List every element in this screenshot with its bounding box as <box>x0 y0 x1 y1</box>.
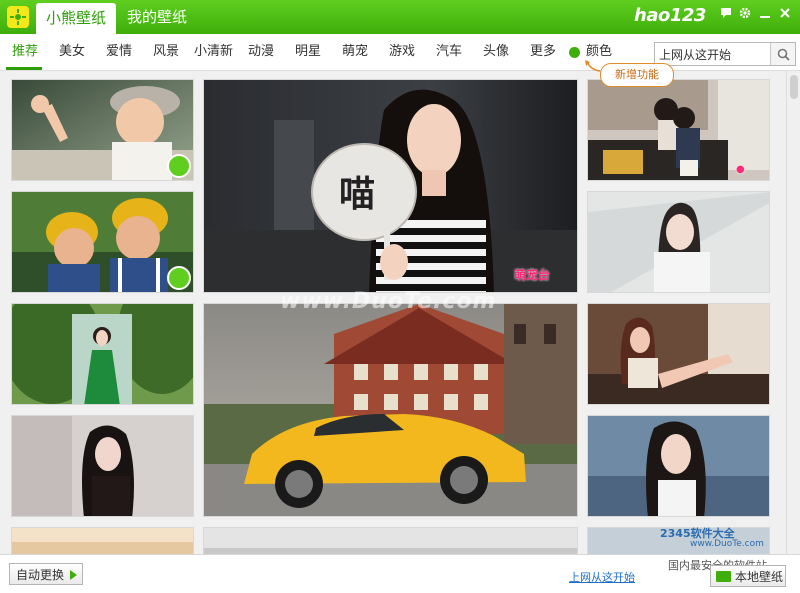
bear-badge-icon <box>167 266 191 290</box>
close-icon[interactable] <box>776 7 794 25</box>
vertical-scrollbar[interactable] <box>786 71 800 554</box>
wallpaper-thumbnail[interactable]: ● <box>587 79 770 181</box>
watermark-url: www.DuoTe.com <box>690 539 764 549</box>
nav-item-cars[interactable]: 汽车 <box>436 34 462 70</box>
title-bar: 小熊壁纸 我的壁纸 hao123 <box>0 0 800 37</box>
wallpaper-thumbnail[interactable] <box>587 415 770 517</box>
auto-change-button[interactable]: 自动更换 <box>9 563 83 585</box>
gear-icon[interactable] <box>736 7 754 25</box>
nav-item-stars[interactable]: 明星 <box>295 34 321 70</box>
feedback-icon[interactable] <box>717 7 735 25</box>
wallpaper-thumbnail[interactable] <box>11 415 194 517</box>
local-wallpaper-label: 本地壁纸 <box>735 570 784 584</box>
search-icon <box>777 48 790 61</box>
tab-my-wallpaper[interactable]: 我的壁纸 <box>127 0 187 34</box>
wallpaper-thumbnail[interactable] <box>11 191 194 293</box>
color-palette-icon <box>569 47 580 58</box>
app-window: 小熊壁纸 我的壁纸 hao123 推荐 美女 爱情 风景 小清新 动漫 明星 萌… <box>0 0 800 593</box>
wallpaper-thumbnail-featured[interactable] <box>203 303 578 517</box>
wallpaper-thumbnail[interactable] <box>587 191 770 293</box>
wallpaper-thumbnail[interactable] <box>11 79 194 181</box>
nav-item-games[interactable]: 游戏 <box>389 34 415 70</box>
nav-item-beauty[interactable]: 美女 <box>59 34 85 70</box>
auto-change-label: 自动更换 <box>16 568 65 582</box>
play-icon <box>70 570 77 580</box>
wallpaper-grid: 喵 萌宠台 ● www.DuoTe.com <box>0 71 786 554</box>
bear-badge-icon <box>167 154 191 178</box>
nav-item-pets[interactable]: 萌宠 <box>342 34 368 70</box>
home-link[interactable]: 上网从这开始 <box>569 569 635 585</box>
pet-logo-text: ● <box>736 164 745 175</box>
app-logo-icon <box>7 6 29 28</box>
brand-logo: hao123 <box>634 5 706 26</box>
nav-item-fresh[interactable]: 小清新 <box>194 34 233 70</box>
nav-item-avatar[interactable]: 头像 <box>483 34 509 70</box>
wallpaper-thumbnail[interactable] <box>11 527 194 554</box>
search-button[interactable] <box>770 43 795 65</box>
tooltip-arrow-icon <box>585 60 601 72</box>
wallpaper-thumbnail[interactable] <box>587 303 770 405</box>
nav-item-scenery[interactable]: 风景 <box>153 34 179 70</box>
wallpaper-thumbnail[interactable] <box>11 303 194 405</box>
nav-item-recommend[interactable]: 推荐 <box>12 34 38 70</box>
fan-character: 喵 <box>339 173 375 215</box>
folder-icon <box>716 571 731 582</box>
nav-active-indicator <box>6 67 42 70</box>
minimize-icon[interactable] <box>756 7 774 25</box>
search-box <box>654 42 796 66</box>
pet-logo-text: 萌宠台 <box>514 268 551 282</box>
site-watermark: www.DuoTe.com <box>280 289 497 314</box>
nav-item-love[interactable]: 爱情 <box>106 34 132 70</box>
wallpaper-thumbnail[interactable] <box>203 527 578 554</box>
search-input[interactable] <box>655 43 767 65</box>
local-wallpaper-button[interactable]: 本地壁纸 <box>710 565 786 587</box>
scrollbar-thumb[interactable] <box>790 75 798 99</box>
footer-bar: 自动更换 上网从这开始 2345软件大全 www.DuoTe.com 国内最安全… <box>0 527 800 593</box>
tab-bear-wallpaper[interactable]: 小熊壁纸 <box>36 3 116 37</box>
nav-item-more[interactable]: 更多 <box>530 34 556 70</box>
nav-item-anime[interactable]: 动漫 <box>248 34 274 70</box>
new-feature-tooltip: 新增功能 <box>600 63 674 87</box>
wallpaper-thumbnail-featured[interactable]: 喵 萌宠台 <box>203 79 578 293</box>
